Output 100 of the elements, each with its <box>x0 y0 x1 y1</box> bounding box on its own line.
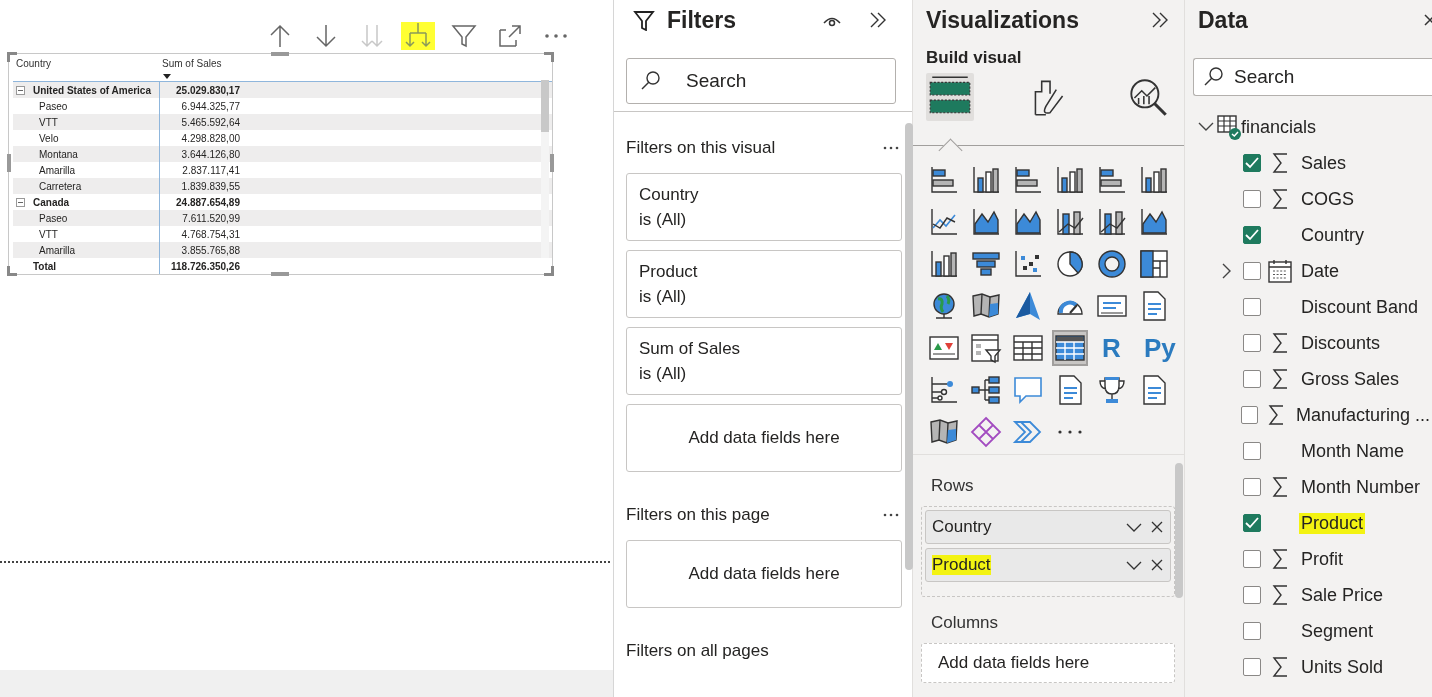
field-chip[interactable]: Country <box>925 510 1171 544</box>
diamond-icon[interactable] <box>970 416 1002 448</box>
resize-handle[interactable] <box>544 266 554 276</box>
script-visual-label[interactable]: R <box>1096 332 1121 364</box>
table-cell: 3.855.765,88 <box>181 244 240 256</box>
field-name[interactable]: Product <box>1299 512 1366 534</box>
checkbox[interactable] <box>1243 658 1261 676</box>
resize-handle[interactable] <box>7 154 11 172</box>
scrollbar[interactable] <box>1175 463 1183 598</box>
checkbox[interactable] <box>1243 478 1261 496</box>
close-icon[interactable] <box>1150 520 1164 534</box>
section-title: Filters on all pages <box>626 641 769 661</box>
sort-descending-icon[interactable] <box>163 74 171 79</box>
area-chart-icon[interactable] <box>1138 206 1170 238</box>
treemap-icon[interactable] <box>1138 248 1170 280</box>
filter-card[interactable]: Sum of Sales is (All) <box>626 327 902 395</box>
drop-zone[interactable]: Add data fields here <box>626 540 902 608</box>
checkbox[interactable] <box>1243 514 1261 532</box>
checkbox[interactable] <box>1243 442 1261 460</box>
resize-handle[interactable] <box>544 52 554 62</box>
checkbox[interactable] <box>1243 298 1261 316</box>
chevron-down-icon[interactable] <box>1126 559 1142 571</box>
pie-chart-icon[interactable] <box>1054 248 1086 280</box>
field-name[interactable]: Gross Sales <box>1299 368 1402 390</box>
bar-chart-icon[interactable] <box>928 164 960 196</box>
chevron-down-icon[interactable] <box>1126 521 1142 533</box>
bar-chart-icon[interactable] <box>1096 164 1128 196</box>
resize-handle[interactable] <box>7 52 17 62</box>
combo-chart-icon[interactable] <box>1096 206 1128 238</box>
checkbox[interactable] <box>1243 586 1261 604</box>
close-icon[interactable] <box>1424 13 1432 27</box>
decomposition-tree-icon[interactable] <box>970 374 1002 406</box>
checkbox[interactable] <box>1243 550 1261 568</box>
more-options-icon[interactable] <box>883 145 899 151</box>
matrix-visual[interactable] <box>8 53 553 275</box>
field-name[interactable]: Segment <box>1299 620 1376 642</box>
search-field[interactable]: Search <box>626 58 896 104</box>
field-name[interactable]: Sale Price <box>1299 584 1386 606</box>
field-name[interactable]: COGS <box>1299 188 1356 210</box>
donut-chart-icon[interactable] <box>1096 248 1128 280</box>
table-icon[interactable] <box>1012 332 1044 364</box>
resize-handle[interactable] <box>271 52 289 56</box>
bar-chart-icon[interactable] <box>1012 164 1044 196</box>
drop-zone[interactable]: Add data fields here <box>921 643 1175 683</box>
slicer-icon[interactable] <box>970 332 1002 364</box>
column-chart-icon[interactable] <box>970 164 1002 196</box>
hierarchy-arrows-icon[interactable] <box>401 22 435 50</box>
collapse-pane-icon[interactable] <box>868 10 888 30</box>
column-chart-icon[interactable] <box>928 248 960 280</box>
checkbox[interactable] <box>1243 334 1261 352</box>
column-chart-icon[interactable] <box>1138 164 1170 196</box>
influencers-chart-icon[interactable] <box>928 374 960 406</box>
matrix-icon[interactable] <box>1054 332 1086 364</box>
field-chip[interactable]: Product <box>925 548 1171 582</box>
filter-card[interactable]: Product is (All) <box>626 250 902 318</box>
checkbox[interactable] <box>1243 226 1261 244</box>
resize-handle[interactable] <box>271 272 289 276</box>
checkbox[interactable] <box>1243 190 1261 208</box>
checkbox[interactable] <box>1243 370 1261 388</box>
area-chart-icon[interactable] <box>1012 206 1044 238</box>
more-options-icon[interactable] <box>883 512 899 518</box>
column-header[interactable]: Country <box>16 58 51 69</box>
field-name[interactable]: Units Sold <box>1299 656 1386 678</box>
drop-zone[interactable]: Add data fields here <box>626 404 902 472</box>
trophy-icon[interactable] <box>1096 374 1128 406</box>
script-visual-label[interactable]: Py <box>1138 332 1176 364</box>
build-fields-icon[interactable] <box>926 73 974 121</box>
collapse-icon[interactable] <box>16 85 25 95</box>
checkbox[interactable] <box>1243 622 1261 640</box>
speech-bubble-icon[interactable] <box>1012 374 1044 406</box>
field-name[interactable]: Sales <box>1299 152 1349 174</box>
checkbox[interactable] <box>1241 406 1259 424</box>
resize-handle[interactable] <box>550 154 554 172</box>
scatter-chart-icon[interactable] <box>1012 248 1044 280</box>
scrollbar[interactable] <box>541 80 549 258</box>
field-name[interactable]: Profit <box>1299 548 1345 570</box>
scrollbar[interactable] <box>905 123 913 570</box>
field-name[interactable]: Country <box>1299 224 1367 246</box>
row-header: Amarilla <box>38 244 76 256</box>
line-chart-icon[interactable] <box>928 206 960 238</box>
collapse-pane-icon[interactable] <box>1150 10 1170 30</box>
field-name[interactable]: Discounts <box>1299 332 1383 354</box>
search-field[interactable]: Search <box>1193 58 1432 96</box>
column-header[interactable]: Sum of Sales <box>162 58 222 69</box>
column-chart-icon[interactable] <box>1054 164 1086 196</box>
field-name[interactable]: Month Number <box>1299 476 1423 498</box>
resize-handle[interactable] <box>7 266 17 276</box>
collapse-icon[interactable] <box>16 197 25 207</box>
table-name[interactable]: financials <box>1241 116 1317 138</box>
field-name[interactable]: Date <box>1299 260 1342 282</box>
combo-chart-icon[interactable] <box>1054 206 1086 238</box>
sigma-icon <box>1271 368 1289 390</box>
close-icon[interactable] <box>1150 558 1164 572</box>
checkbox[interactable] <box>1243 154 1261 172</box>
checkbox[interactable] <box>1243 262 1261 280</box>
field-name[interactable]: Manufacturing ... <box>1293 404 1432 426</box>
field-name[interactable]: Discount Band <box>1299 296 1421 318</box>
filter-card[interactable]: Country is (All) <box>626 173 902 241</box>
field-name[interactable]: Month Name <box>1299 440 1407 462</box>
area-chart-icon[interactable] <box>970 206 1002 238</box>
